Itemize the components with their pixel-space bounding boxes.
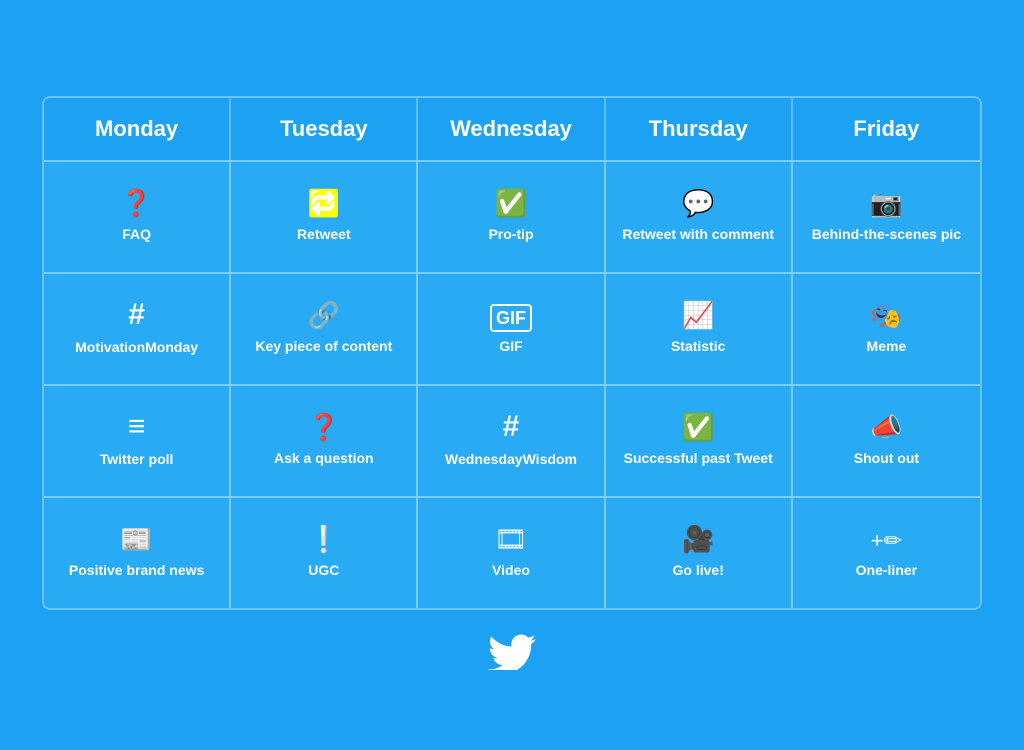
shout-icon — [870, 413, 902, 441]
ugc-icon — [308, 525, 340, 553]
cell-label-2-1: Ask a question — [274, 449, 374, 467]
grid-row-1: MotivationMonday Key piece of content GIF S… — [44, 272, 980, 384]
grid-cell-1-4: Meme — [793, 274, 980, 384]
cell-label-1-0: MotivationMonday — [75, 338, 198, 356]
header-monday: Monday — [44, 98, 231, 160]
cell-label-2-2: WednesdayWisdom — [445, 450, 577, 468]
video-icon — [494, 525, 527, 553]
cell-label-0-1: Retweet — [297, 225, 351, 243]
cell-label-3-1: UGC — [308, 561, 339, 579]
oneliner-icon — [871, 525, 902, 553]
cell-label-2-0: Twitter poll — [100, 450, 174, 468]
grid-cell-3-3: Go live! — [606, 498, 793, 608]
twitter-logo — [487, 630, 537, 670]
grid-cell-2-1: Ask a question — [231, 386, 418, 496]
cell-label-2-3: Successful past Tweet — [624, 449, 773, 467]
cell-label-3-3: Go live! — [673, 561, 724, 579]
retweet-icon — [308, 189, 340, 217]
grid-cell-1-2: GIF — [418, 274, 605, 384]
grid-cell-0-0: FAQ — [44, 162, 231, 272]
grid-cell-2-0: Twitter poll — [44, 386, 231, 496]
header-friday: Friday — [793, 98, 980, 160]
grid-cell-2-4: Shout out — [793, 386, 980, 496]
cell-label-0-2: Pro-tip — [488, 225, 533, 243]
cell-label-3-2: Video — [492, 561, 530, 579]
grid-cell-1-1: Key piece of content — [231, 274, 418, 384]
live-icon — [682, 525, 714, 553]
footer — [42, 630, 982, 670]
cell-label-0-3: Retweet with comment — [622, 225, 774, 243]
grid-cell-3-4: One-liner — [793, 498, 980, 608]
cell-label-0-4: Behind-the-scenes pic — [812, 225, 961, 243]
calendar-header: MondayTuesdayWednesdayThursdayFriday — [44, 98, 980, 160]
protip-icon — [495, 189, 527, 217]
retweet-comment-icon — [682, 189, 714, 217]
calendar-grid: MondayTuesdayWednesdayThursdayFriday FAQ… — [42, 96, 982, 610]
cell-label-3-0: Positive brand news — [69, 561, 204, 579]
cell-label-0-0: FAQ — [122, 225, 151, 243]
statistic-icon — [682, 301, 714, 329]
poll-icon — [128, 412, 146, 442]
header-tuesday: Tuesday — [231, 98, 418, 160]
hashtag-icon — [128, 300, 145, 330]
grid-cell-3-1: UGC — [231, 498, 418, 608]
grid-cell-2-3: Successful past Tweet — [606, 386, 793, 496]
grid-cell-3-0: Positive brand news — [44, 498, 231, 608]
grid-cell-0-1: Retweet — [231, 162, 418, 272]
grid-cell-0-2: Pro-tip — [418, 162, 605, 272]
grid-cell-1-3: Statistic — [606, 274, 793, 384]
cell-label-1-1: Key piece of content — [255, 337, 392, 355]
header-wednesday: Wednesday — [418, 98, 605, 160]
cell-label-1-4: Meme — [867, 337, 907, 355]
success-icon — [682, 413, 714, 441]
wisdom-icon — [503, 412, 520, 442]
cell-label-1-3: Statistic — [671, 337, 725, 355]
grid-row-2: Twitter poll Ask a question WednesdayWisdo… — [44, 384, 980, 496]
link-icon — [308, 301, 340, 329]
grid-row-0: FAQ Retweet Pro-tip Retweet with comment Beh… — [44, 160, 980, 272]
news-icon — [120, 525, 152, 553]
grid-cell-1-0: MotivationMonday — [44, 274, 231, 384]
grid-row-3: Positive brand news UGC Video Go live! One-l… — [44, 496, 980, 608]
grid-cell-2-2: WednesdayWisdom — [418, 386, 605, 496]
gif-icon — [490, 301, 532, 329]
cell-label-3-4: One-liner — [856, 561, 917, 579]
faq-icon — [120, 189, 152, 217]
cell-label-2-4: Shout out — [854, 449, 919, 467]
cell-label-1-2: GIF — [499, 337, 522, 355]
page-container: MondayTuesdayWednesdayThursdayFriday FAQ… — [22, 51, 1002, 700]
grid-cell-3-2: Video — [418, 498, 605, 608]
header-thursday: Thursday — [606, 98, 793, 160]
meme-icon — [870, 301, 902, 329]
calendar-body: FAQ Retweet Pro-tip Retweet with comment Beh… — [44, 160, 980, 608]
question-icon — [308, 413, 340, 441]
camera-icon — [870, 189, 902, 217]
grid-cell-0-4: Behind-the-scenes pic — [793, 162, 980, 272]
grid-cell-0-3: Retweet with comment — [606, 162, 793, 272]
